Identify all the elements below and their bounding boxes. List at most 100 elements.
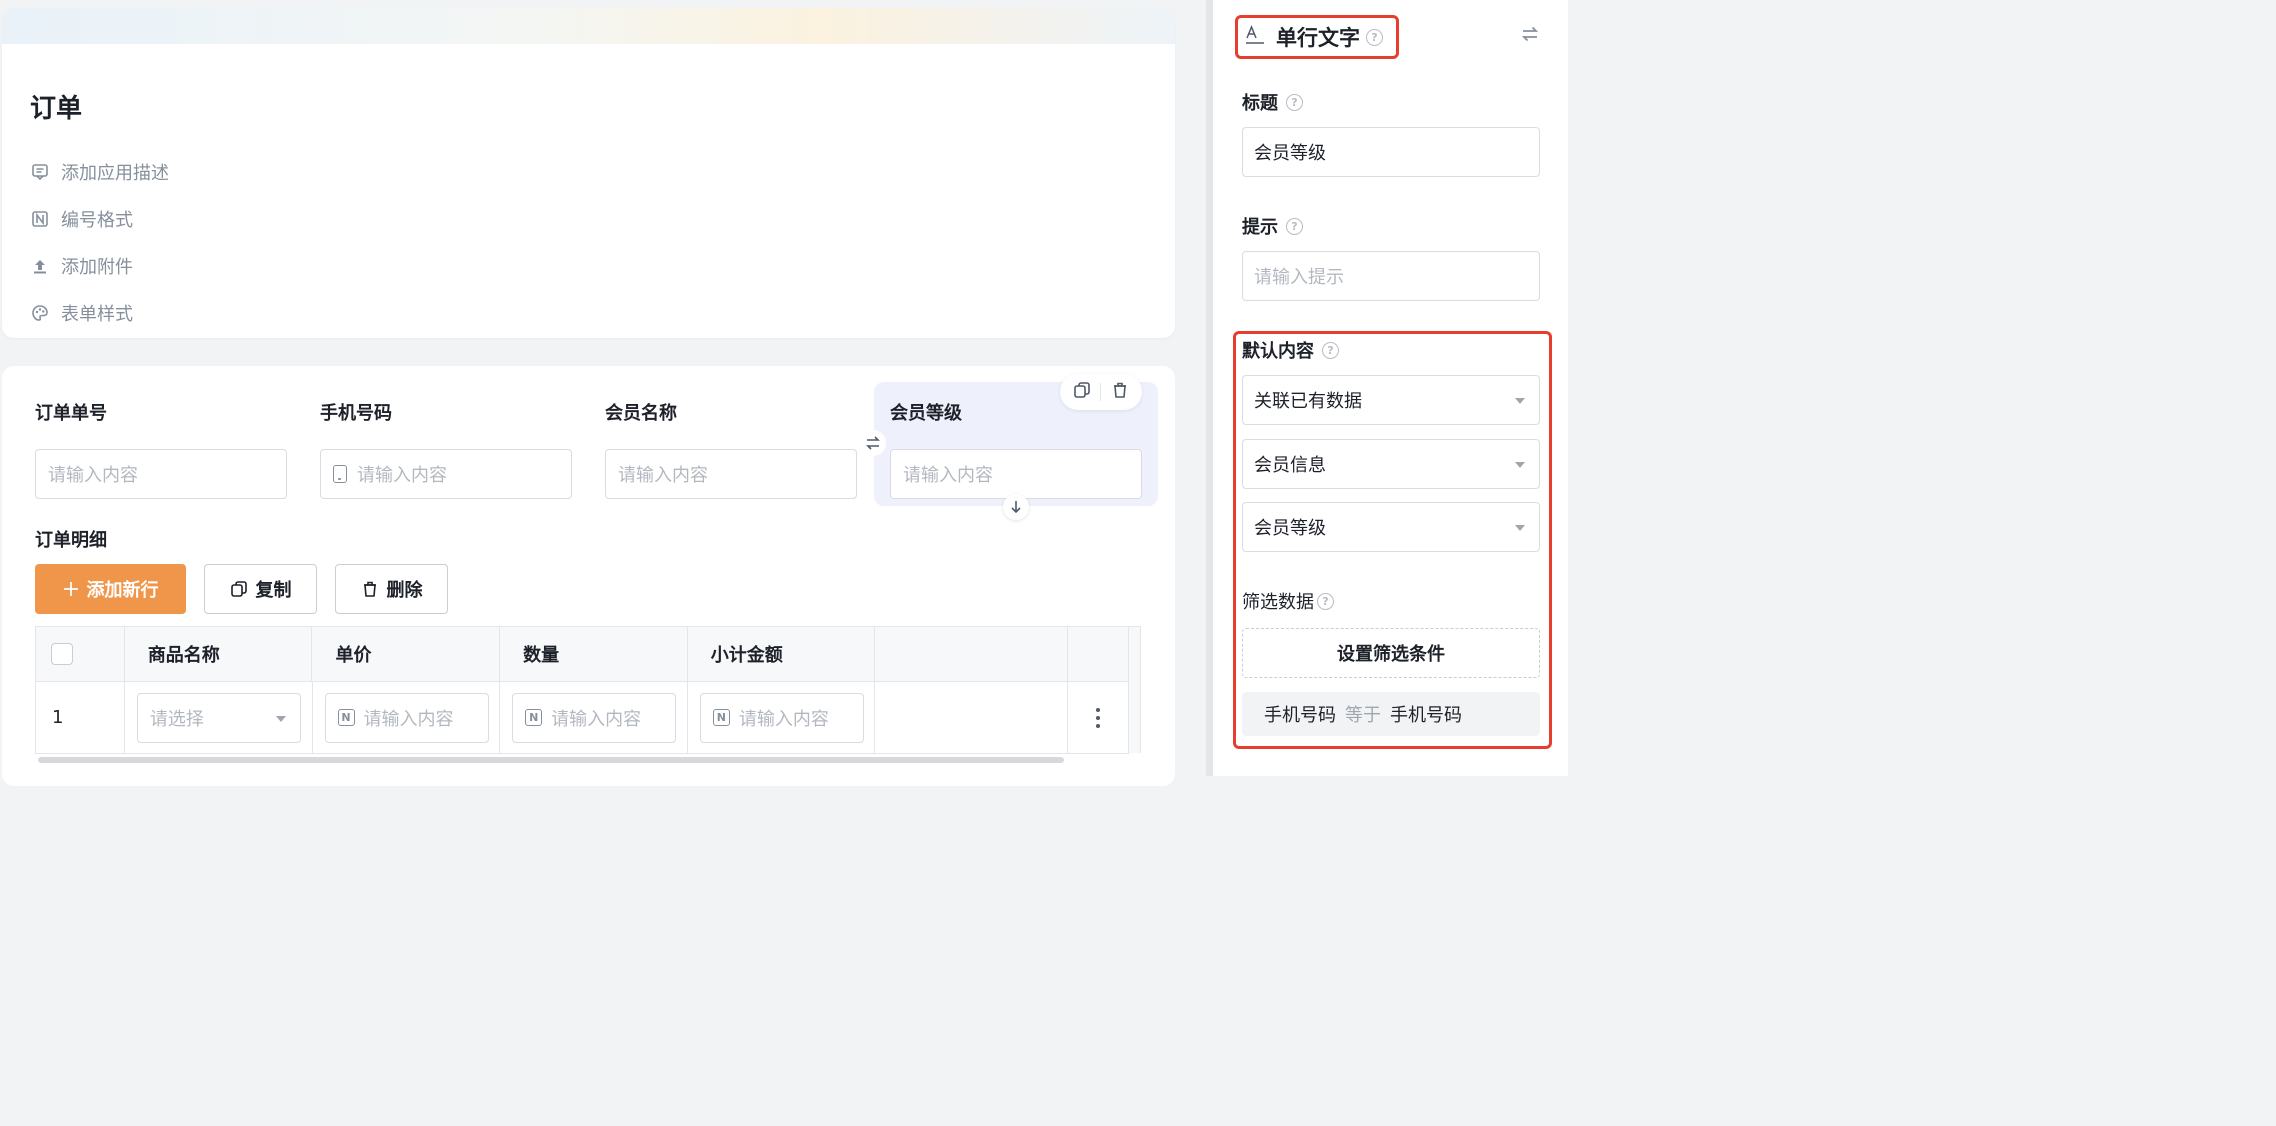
chevron-down-icon	[1515, 398, 1525, 404]
subform-title: 订单明细	[35, 530, 107, 551]
default-content-label-text: 默认内容	[1242, 341, 1314, 362]
switch-type-icon[interactable]	[1520, 24, 1540, 48]
meta-item-description[interactable]: 添加应用描述	[30, 148, 169, 195]
filter-condition[interactable]: 手机号码 等于 手机号码	[1242, 692, 1540, 736]
trash-icon	[361, 580, 379, 598]
help-icon[interactable]: ?	[1366, 28, 1383, 46]
table-scroll-edge	[1129, 626, 1141, 753]
more-vertical-icon[interactable]	[1096, 707, 1101, 728]
source-form-select[interactable]: 会员信息	[1242, 439, 1540, 489]
column-header-empty	[875, 627, 1069, 681]
swap-horizontal-icon[interactable]	[860, 430, 886, 456]
help-icon[interactable]: ?	[1317, 592, 1334, 610]
help-icon[interactable]: ?	[1286, 93, 1303, 111]
field-member-level[interactable]: 会员等级 请输入内容	[890, 401, 1142, 499]
horizontal-scrollbar[interactable]	[38, 757, 1064, 763]
comment-icon	[30, 162, 50, 182]
input-placeholder: 请输入内容	[357, 465, 447, 486]
toolbar-divider	[1100, 383, 1102, 401]
input-placeholder: 请输入内容	[903, 465, 993, 486]
subform-table: 商品名称 单价 数量 小计金额 1 请选择 N 请输入内容 N 请输入内容 N …	[35, 626, 1129, 754]
field-label: 手机号码	[320, 403, 392, 424]
price-cell: N 请输入内容	[313, 682, 501, 753]
member-name-input[interactable]: 请输入内容	[605, 449, 857, 499]
table-header-row: 商品名称 单价 数量 小计金额	[36, 627, 1128, 682]
chevron-down-icon	[1515, 462, 1525, 468]
field-order-number[interactable]: 订单单号 请输入内容	[35, 401, 287, 499]
column-header: 小计金额	[688, 627, 876, 681]
header-banner	[2, 8, 1175, 44]
field-phone[interactable]: 手机号码 请输入内容	[320, 401, 572, 499]
chevron-down-icon	[275, 715, 286, 722]
meta-item-number-format[interactable]: 编号格式	[30, 195, 169, 242]
field-type-title: 单行文字	[1276, 26, 1360, 50]
copy-row-label: 复制	[255, 580, 292, 601]
header-select-cell	[36, 627, 125, 681]
set-filter-button[interactable]: 设置筛选条件	[1242, 628, 1540, 678]
product-cell: 请选择	[125, 682, 313, 753]
help-icon[interactable]: ?	[1322, 341, 1339, 359]
select-value: 会员等级	[1254, 518, 1326, 539]
select-value: 关联已有数据	[1254, 391, 1362, 412]
empty-cell	[875, 682, 1069, 753]
member-level-input[interactable]: 请输入内容	[890, 449, 1142, 499]
meta-item-attachment[interactable]: 添加附件	[30, 242, 169, 289]
title-input[interactable]: 会员等级	[1242, 127, 1540, 177]
number-format-icon	[30, 209, 50, 229]
column-header-actions	[1068, 627, 1128, 681]
condition-operator: 等于	[1345, 705, 1381, 726]
meta-item-style[interactable]: 表单样式	[30, 289, 169, 336]
title-input-value: 会员等级	[1254, 143, 1326, 164]
subtotal-cell: N 请输入内容	[688, 682, 876, 753]
arrow-down-icon[interactable]	[1003, 494, 1029, 520]
add-row-button[interactable]: 添加新行	[35, 564, 186, 614]
field-toolbar	[1060, 374, 1142, 410]
copy-icon[interactable]	[1073, 381, 1091, 403]
row-index: 1	[36, 682, 125, 753]
select-all-checkbox[interactable]	[51, 643, 73, 665]
default-mode-select[interactable]: 关联已有数据	[1242, 375, 1540, 425]
hint-input-placeholder: 请输入提示	[1254, 267, 1344, 288]
delete-row-button[interactable]: 删除	[335, 564, 448, 614]
number-icon: N	[525, 709, 543, 726]
form-meta-list: 添加应用描述 编号格式 添加附件 表单样式	[30, 148, 169, 336]
form-title[interactable]: 订单	[30, 88, 82, 125]
panel-divider	[1206, 0, 1213, 776]
subform-actions: 添加新行 复制 删除	[35, 564, 448, 614]
field-label: 会员名称	[605, 403, 677, 424]
select-placeholder: 请选择	[149, 708, 204, 730]
product-select[interactable]: 请选择	[136, 692, 301, 743]
trash-icon[interactable]	[1111, 381, 1129, 403]
delete-row-label: 删除	[386, 580, 423, 601]
input-placeholder: 请输入内容	[551, 708, 642, 730]
input-placeholder: 请输入内容	[48, 465, 138, 486]
column-header: 商品名称	[125, 627, 313, 681]
field-label: 订单单号	[35, 403, 107, 424]
hint-input[interactable]: 请输入提示	[1242, 251, 1540, 301]
phone-input[interactable]: 请输入内容	[320, 449, 572, 499]
subtotal-input[interactable]: N 请输入内容	[699, 692, 864, 743]
source-field-select[interactable]: 会员等级	[1242, 502, 1540, 552]
upload-icon	[30, 256, 50, 276]
text-field-icon	[1244, 24, 1266, 50]
meta-item-label: 添加附件	[61, 256, 133, 278]
copy-row-button[interactable]: 复制	[204, 564, 317, 614]
select-value: 会员信息	[1254, 455, 1326, 476]
number-icon: N	[337, 709, 355, 726]
palette-icon	[30, 303, 50, 323]
qty-cell: N 请输入内容	[500, 682, 688, 753]
order-number-input[interactable]: 请输入内容	[35, 449, 287, 499]
input-placeholder: 请输入内容	[363, 708, 454, 730]
input-placeholder: 请输入内容	[738, 708, 829, 730]
price-input[interactable]: N 请输入内容	[324, 692, 489, 743]
qty-input[interactable]: N 请输入内容	[512, 692, 677, 743]
meta-item-label: 添加应用描述	[61, 162, 169, 184]
table-row: 1 请选择 N 请输入内容 N 请输入内容 N 请输入内容	[36, 682, 1128, 754]
condition-left-field: 手机号码	[1264, 705, 1336, 726]
filter-data-label: 筛选数据 ?	[1242, 588, 1334, 614]
help-icon[interactable]: ?	[1286, 217, 1303, 235]
condition-right-field: 手机号码	[1390, 705, 1462, 726]
title-label-text: 标题	[1242, 93, 1278, 114]
column-header: 单价	[312, 627, 501, 681]
field-member-name[interactable]: 会员名称 请输入内容	[605, 401, 857, 499]
